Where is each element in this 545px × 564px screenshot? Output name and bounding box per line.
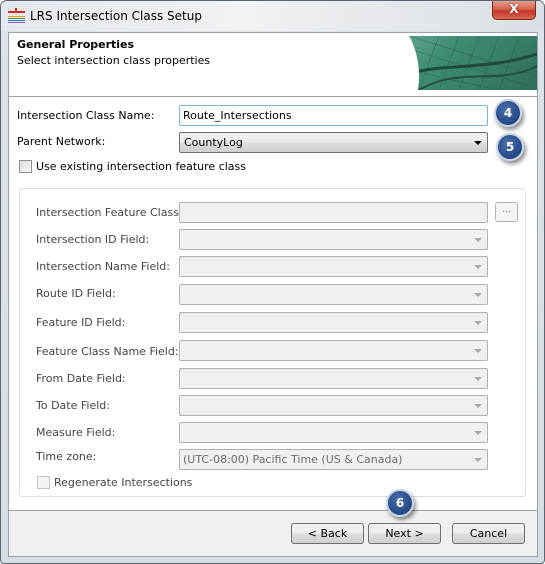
measure-field-label: Measure Field: bbox=[36, 426, 116, 439]
cancel-button[interactable]: Cancel bbox=[452, 523, 525, 544]
feature-class-label: Intersection Feature Class: bbox=[36, 206, 183, 219]
banner-curve bbox=[379, 36, 419, 90]
callout-badge-6: 6 bbox=[386, 489, 414, 517]
parent-network-dropdown[interactable]: CountyLog bbox=[179, 132, 488, 153]
chevron-down-icon bbox=[474, 458, 482, 462]
title-bar[interactable]: LRS Intersection Class Setup X bbox=[1, 1, 544, 31]
feature-class-name-label: Feature Class Name Field: bbox=[36, 345, 179, 358]
close-icon: X bbox=[509, 2, 519, 16]
chevron-down-icon bbox=[474, 377, 482, 381]
chevron-down-icon bbox=[474, 293, 482, 297]
map-banner-image bbox=[379, 36, 537, 90]
use-existing-checkbox[interactable] bbox=[19, 160, 32, 173]
wizard-footer: < Back Next > Cancel bbox=[9, 510, 537, 556]
intersection-name-label: Intersection Name Field: bbox=[36, 260, 170, 273]
callout-badge-4: 4 bbox=[494, 99, 522, 127]
dialog-window: LRS Intersection Class Setup X General P… bbox=[0, 0, 545, 564]
to-date-label: To Date Field: bbox=[36, 399, 110, 412]
lrs-app-icon bbox=[8, 8, 25, 23]
regenerate-label: Regenerate Intersections bbox=[54, 476, 193, 489]
intersection-id-label: Intersection ID Field: bbox=[36, 233, 150, 246]
parent-network-value: CountyLog bbox=[184, 136, 243, 149]
wizard-header: General Properties Select intersection c… bbox=[9, 33, 537, 97]
callout-badge-5: 5 bbox=[496, 133, 524, 161]
browse-button[interactable]: ... bbox=[495, 202, 518, 222]
page-subtitle: Select intersection class properties bbox=[17, 54, 211, 67]
intersection-name-dropdown[interactable] bbox=[179, 256, 488, 277]
route-id-dropdown[interactable] bbox=[179, 284, 488, 305]
measure-field-dropdown[interactable] bbox=[179, 422, 488, 443]
feature-class-input[interactable] bbox=[179, 202, 488, 223]
time-zone-dropdown[interactable]: (UTC-08:00) Pacific Time (US & Canada) bbox=[179, 449, 488, 470]
feature-id-label: Feature ID Field: bbox=[36, 316, 126, 329]
time-zone-value: (UTC-08:00) Pacific Time (US & Canada) bbox=[183, 453, 403, 466]
chevron-down-icon bbox=[474, 404, 482, 408]
use-existing-label: Use existing intersection feature class bbox=[36, 160, 246, 173]
close-button[interactable]: X bbox=[492, 1, 536, 20]
window-title: LRS Intersection Class Setup bbox=[30, 9, 202, 23]
intersection-id-dropdown[interactable] bbox=[179, 229, 488, 250]
class-name-label: Intersection Class Name: bbox=[17, 109, 155, 122]
chevron-down-icon bbox=[474, 141, 482, 145]
from-date-label: From Date Field: bbox=[36, 372, 126, 385]
dialog-client: General Properties Select intersection c… bbox=[8, 32, 538, 557]
regenerate-checkbox[interactable] bbox=[37, 476, 50, 489]
class-name-input[interactable]: Route_Intersections bbox=[179, 105, 488, 126]
chevron-down-icon bbox=[474, 349, 482, 353]
back-button[interactable]: < Back bbox=[291, 523, 364, 544]
chevron-down-icon bbox=[474, 321, 482, 325]
to-date-dropdown[interactable] bbox=[179, 395, 488, 416]
parent-network-label: Parent Network: bbox=[17, 135, 106, 148]
from-date-dropdown[interactable] bbox=[179, 368, 488, 389]
chevron-down-icon bbox=[474, 238, 482, 242]
chevron-down-icon bbox=[474, 431, 482, 435]
next-button[interactable]: Next > bbox=[368, 523, 441, 544]
time-zone-label: Time zone: bbox=[36, 450, 97, 463]
feature-id-dropdown[interactable] bbox=[179, 312, 488, 333]
feature-class-name-dropdown[interactable] bbox=[179, 340, 488, 361]
chevron-down-icon bbox=[474, 265, 482, 269]
route-id-label: Route ID Field: bbox=[36, 287, 116, 300]
page-title: General Properties bbox=[17, 38, 135, 51]
